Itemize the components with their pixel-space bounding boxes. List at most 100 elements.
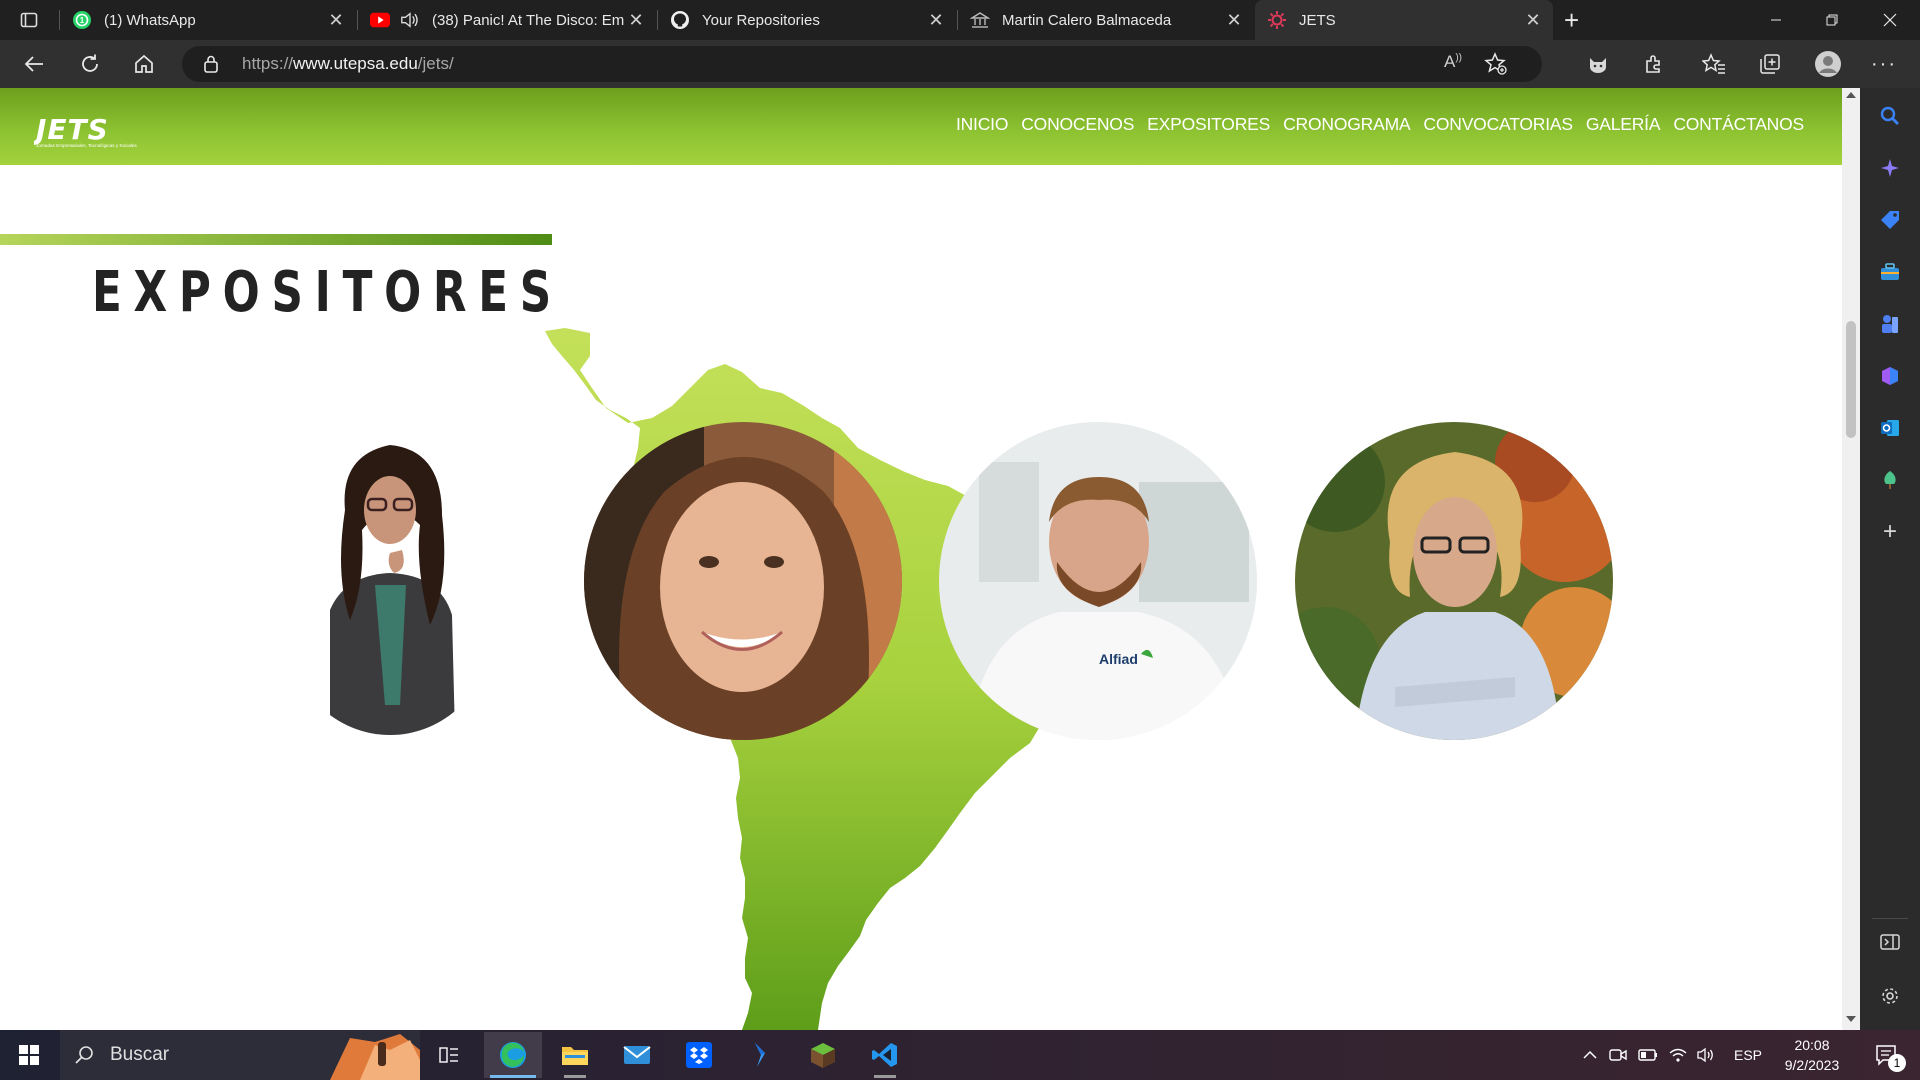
windows-taskbar: Buscar ESP 20:08 9/2/2023 1 xyxy=(0,1030,1920,1080)
tab-actions-icon xyxy=(20,12,38,28)
input-language[interactable]: ESP xyxy=(1726,1030,1770,1080)
browser-toolbar: https://www.utepsa.edu/jets/ A)) ··· xyxy=(0,40,1920,88)
clock-date: 9/2/2023 xyxy=(1784,1057,1840,1073)
tab-whatsapp[interactable]: 1 (1) WhatsApp ✕ xyxy=(60,0,356,40)
read-aloud-icon[interactable]: A)) xyxy=(1444,52,1462,72)
close-icon[interactable]: ✕ xyxy=(324,8,348,32)
vscode-icon xyxy=(872,1043,897,1067)
taskbar-file-explorer[interactable] xyxy=(546,1032,604,1078)
whatsapp-icon: 1 xyxy=(72,10,92,30)
browser-tab-bar: 1 (1) WhatsApp ✕ (38) Panic! At The Disc… xyxy=(0,0,1920,40)
close-icon[interactable]: ✕ xyxy=(1222,8,1246,32)
refresh-button[interactable] xyxy=(72,48,108,80)
minimize-button[interactable] xyxy=(1748,0,1804,40)
meet-now-icon[interactable] xyxy=(1606,1030,1630,1080)
wifi-icon[interactable] xyxy=(1666,1030,1690,1080)
shopping-tag-icon[interactable] xyxy=(1876,206,1904,234)
windows-logo-icon xyxy=(19,1045,39,1065)
favorite-star-icon[interactable] xyxy=(1484,52,1508,81)
jets-icon xyxy=(1267,10,1287,30)
close-icon[interactable]: ✕ xyxy=(1521,8,1545,32)
jets-logo[interactable]: JETS Jornadas Empresariales, Tecnológica… xyxy=(34,114,162,148)
office-icon[interactable] xyxy=(1876,362,1904,390)
university-icon xyxy=(970,10,990,30)
new-tab-button[interactable]: + xyxy=(1560,0,1592,40)
start-button[interactable] xyxy=(0,1032,58,1078)
svg-text:JETS: JETS xyxy=(34,114,109,146)
notification-center[interactable]: 1 xyxy=(1866,1030,1910,1080)
site-nav: INICIO CONOCENOS EXPOSITORES CRONOGRAMA … xyxy=(956,114,1804,135)
home-icon xyxy=(135,54,153,73)
back-button[interactable] xyxy=(16,48,52,80)
speaker-4-photo[interactable] xyxy=(1295,422,1613,740)
speaker-3-photo[interactable]: Alfiad xyxy=(939,422,1257,740)
scroll-down-arrow-icon[interactable] xyxy=(1846,1016,1856,1022)
nav-conocenos[interactable]: CONOCENOS xyxy=(1021,114,1134,135)
azure-lightning-icon xyxy=(755,1043,765,1067)
page-viewport: JETS Jornadas Empresariales, Tecnológica… xyxy=(0,88,1842,1030)
close-icon[interactable]: ✕ xyxy=(924,8,948,32)
lock-icon[interactable] xyxy=(202,54,220,79)
clock[interactable]: 20:08 9/2/2023 xyxy=(1774,1030,1850,1080)
taskbar-minecraft[interactable] xyxy=(794,1032,852,1078)
scroll-up-arrow-icon[interactable] xyxy=(1846,92,1856,98)
sparkle-icon[interactable] xyxy=(1876,154,1904,182)
nav-convocatorias[interactable]: CONVOCATORIAS xyxy=(1423,114,1573,135)
plus-icon: + xyxy=(1564,4,1580,35)
volume-icon[interactable] xyxy=(1694,1030,1718,1080)
search-placeholder: Buscar xyxy=(110,1044,170,1065)
restore-button[interactable] xyxy=(1804,0,1860,40)
tab-actions-button[interactable] xyxy=(14,0,46,40)
sidebar-divider xyxy=(1872,918,1908,919)
nav-galeria[interactable]: GALERÍA xyxy=(1586,114,1661,135)
add-sidebar-item-icon[interactable]: + xyxy=(1876,518,1904,546)
taskbar-vscode[interactable] xyxy=(856,1032,914,1078)
speaker-2-photo[interactable] xyxy=(584,422,902,740)
speaker-volume-icon[interactable] xyxy=(400,10,420,30)
outlook-icon[interactable] xyxy=(1876,414,1904,442)
taskbar-search[interactable]: Buscar xyxy=(60,1030,420,1080)
svg-text:1: 1 xyxy=(80,16,85,25)
page-scrollbar[interactable] xyxy=(1842,88,1860,1030)
games-chess-icon[interactable] xyxy=(1876,310,1904,338)
more-options-icon[interactable]: ··· xyxy=(1866,48,1902,80)
hide-sidebar-icon[interactable] xyxy=(1876,928,1904,956)
tab-github[interactable]: Your Repositories ✕ xyxy=(658,0,956,40)
favorites-icon[interactable] xyxy=(1696,48,1732,80)
search-icon xyxy=(75,1046,93,1064)
nav-contactanos[interactable]: CONTÁCTANOS xyxy=(1673,114,1804,135)
extensions-puzzle-icon[interactable] xyxy=(1636,48,1672,80)
nav-cronograma[interactable]: CRONOGRAMA xyxy=(1283,114,1411,135)
collections-icon[interactable] xyxy=(1752,48,1788,80)
search-icon[interactable] xyxy=(1876,102,1904,130)
minecraft-block-icon xyxy=(811,1043,835,1068)
profile-avatar-icon[interactable] xyxy=(1810,48,1846,80)
notification-badge: 1 xyxy=(1888,1054,1906,1072)
svg-text:Jornadas Empresariales, Tecnol: Jornadas Empresariales, Tecnológicas y S… xyxy=(36,143,137,148)
tab-jets[interactable]: JETS ✕ xyxy=(1255,0,1553,40)
speaker-1-photo[interactable] xyxy=(290,435,490,735)
settings-gear-icon[interactable] xyxy=(1876,982,1904,1010)
taskbar-mail[interactable] xyxy=(608,1032,666,1078)
clock-time: 20:08 xyxy=(1794,1037,1830,1053)
task-view-icon xyxy=(439,1047,458,1063)
close-window-button[interactable] xyxy=(1862,0,1918,40)
battery-icon[interactable] xyxy=(1636,1030,1660,1080)
home-button[interactable] xyxy=(126,48,162,80)
tab-martin-calero[interactable]: Martin Calero Balmaceda ✕ xyxy=(958,0,1254,40)
nav-inicio[interactable]: INICIO xyxy=(956,114,1008,135)
extension-cat-icon[interactable] xyxy=(1580,48,1616,80)
taskbar-azure-data-studio[interactable] xyxy=(732,1032,790,1078)
taskbar-dropbox[interactable] xyxy=(670,1032,728,1078)
nav-expositores[interactable]: EXPOSITORES xyxy=(1147,114,1270,135)
taskbar-edge[interactable] xyxy=(484,1032,542,1078)
tray-overflow-chevron-icon[interactable] xyxy=(1578,1030,1602,1080)
tools-briefcase-icon[interactable] xyxy=(1876,258,1904,286)
scroll-thumb[interactable] xyxy=(1846,321,1856,438)
address-bar[interactable]: https://www.utepsa.edu/jets/ A)) xyxy=(182,46,1542,82)
url-text: https://www.utepsa.edu/jets/ xyxy=(242,54,454,74)
task-view-button[interactable] xyxy=(420,1032,478,1078)
tab-youtube[interactable]: (38) Panic! At The Disco: Em ✕ xyxy=(358,0,656,40)
close-icon[interactable]: ✕ xyxy=(624,8,648,32)
tree-icon[interactable] xyxy=(1876,466,1904,494)
